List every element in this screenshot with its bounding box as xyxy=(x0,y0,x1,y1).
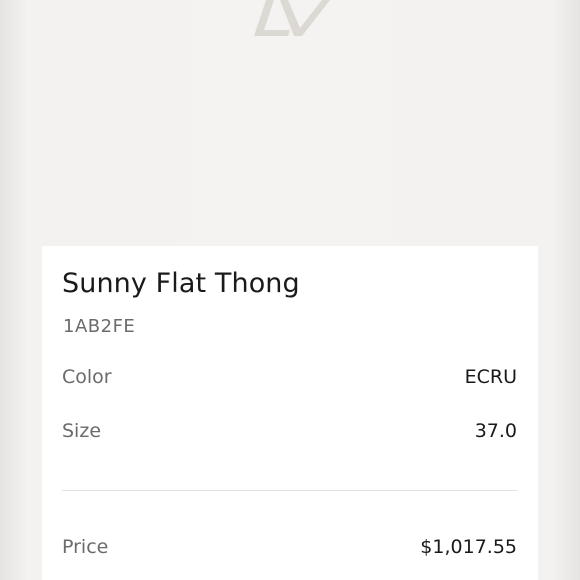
size-row: Size 37.0 xyxy=(62,420,517,448)
divider xyxy=(62,490,517,491)
product-name: Sunny Flat Thong xyxy=(62,268,300,299)
color-label: Color xyxy=(62,366,112,388)
product-info-card: Sunny Flat Thong 1AB2FE Color ECRU Size … xyxy=(42,246,538,580)
product-detail-page: Sunny Flat Thong 1AB2FE Color ECRU Size … xyxy=(0,0,580,580)
product-sku: 1AB2FE xyxy=(63,316,136,337)
color-value: ECRU xyxy=(464,366,517,388)
brand-logo-icon xyxy=(254,0,330,36)
color-row: Color ECRU xyxy=(62,366,517,394)
price-value: $1,017.55 xyxy=(420,536,517,558)
price-label: Price xyxy=(62,536,109,558)
price-row: Price $1,017.55 xyxy=(62,536,517,564)
size-label: Size xyxy=(62,420,102,442)
size-value: 37.0 xyxy=(474,420,517,442)
